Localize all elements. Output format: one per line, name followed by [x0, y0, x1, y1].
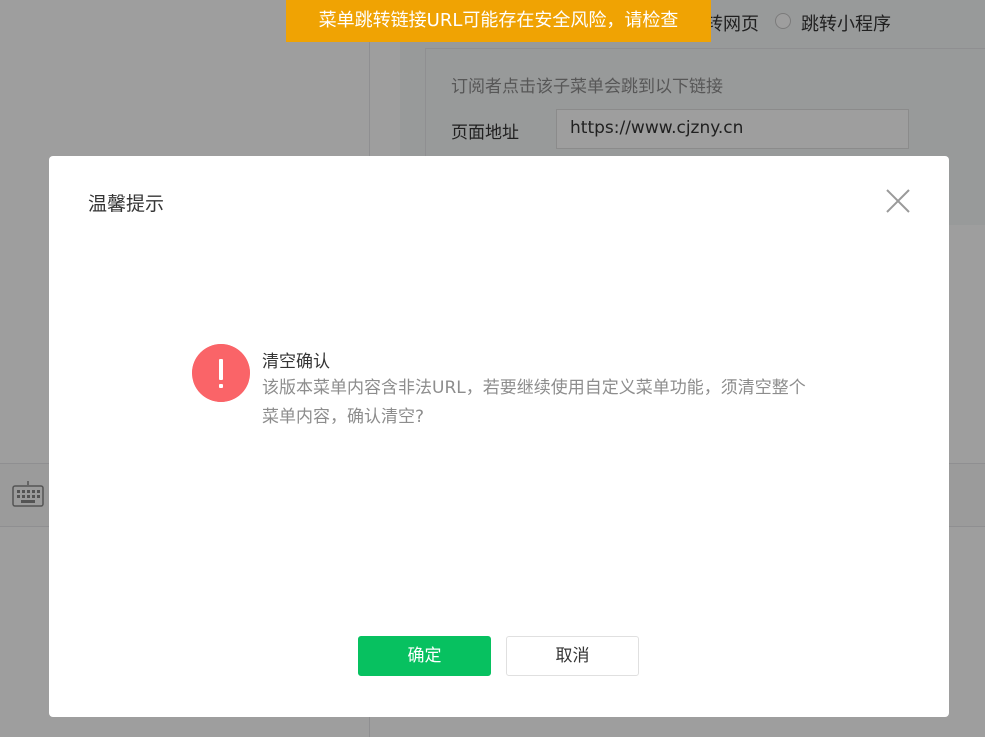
confirm-button[interactable]: 确定	[358, 636, 491, 676]
url-risk-warning-banner: 菜单跳转链接URL可能存在安全风险，请检查	[286, 0, 711, 42]
close-icon[interactable]	[883, 186, 913, 216]
cancel-button[interactable]: 取消	[506, 636, 639, 676]
exclamation-icon	[192, 344, 250, 402]
message-description: 该版本菜单内容含非法URL，若要继续使用自定义菜单功能，须清空整个菜单内容，确认…	[262, 378, 806, 427]
warm-tip-dialog: 温馨提示 清空确认 该版本菜单内容含非法URL，若要继续使用自定义菜单功能，须清…	[49, 156, 949, 717]
message-title: 清空确认	[262, 352, 330, 372]
dialog-title: 温馨提示	[88, 193, 165, 215]
